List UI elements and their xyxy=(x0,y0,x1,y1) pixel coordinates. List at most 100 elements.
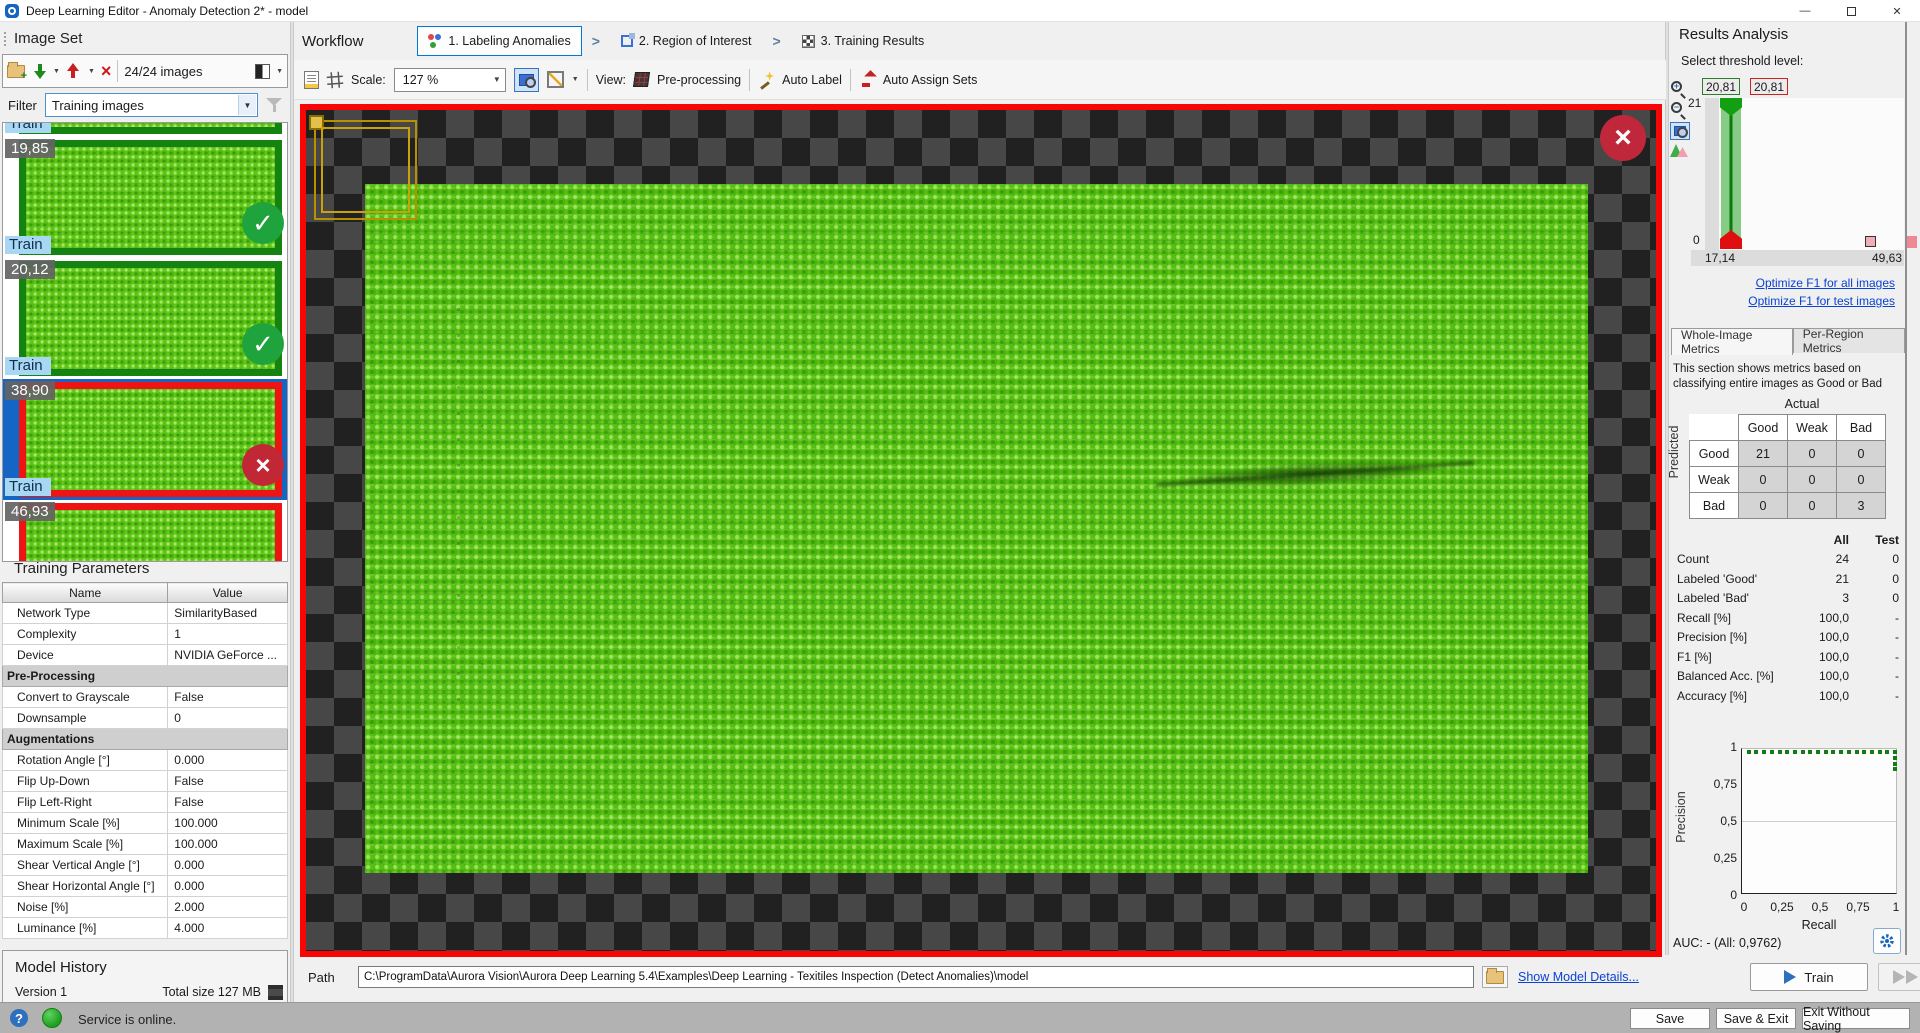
preprocessing-icon[interactable] xyxy=(633,72,650,87)
chevron-down-icon[interactable]: ▼ xyxy=(493,75,501,84)
metric-value-all: 100,0 xyxy=(1787,689,1849,703)
metric-value-all: 3 xyxy=(1787,591,1849,605)
chart-settings-button[interactable] xyxy=(1873,928,1901,954)
export-dropdown-icon[interactable]: ▼ xyxy=(88,68,95,75)
param-col-value: Value xyxy=(168,583,288,603)
show-model-details-link[interactable]: Show Model Details... xyxy=(1518,970,1639,984)
tab-per-region-metrics[interactable]: Per-Region Metrics xyxy=(1793,328,1905,353)
import-icon[interactable] xyxy=(31,63,47,79)
metrics-rows: Count240Labeled 'Good'210Labeled 'Bad'30… xyxy=(1677,550,1899,706)
model-history-options-icon[interactable] xyxy=(268,985,283,1000)
param-value[interactable]: False xyxy=(168,687,288,708)
crop-grid-icon[interactable] xyxy=(326,71,343,88)
report-icon[interactable] xyxy=(304,71,319,89)
param-value[interactable]: SimilarityBased xyxy=(168,603,288,624)
tab-labeling-anomalies[interactable]: 1. Labeling Anomalies xyxy=(417,26,581,56)
param-value[interactable]: False xyxy=(168,771,288,792)
display-mode-icon[interactable] xyxy=(255,64,270,79)
tab-training-results[interactable]: 3. Training Results xyxy=(791,26,936,56)
image-thumbnail[interactable]: 46,93 xyxy=(3,500,287,542)
auto-label-button[interactable]: Auto Label xyxy=(782,73,842,87)
param-value[interactable]: NVIDIA GeForce ... xyxy=(168,645,288,666)
train-button[interactable]: Train xyxy=(1750,963,1868,991)
auto-assign-sets-button[interactable]: Auto Assign Sets xyxy=(883,73,978,87)
set-label: Train xyxy=(5,236,51,254)
param-value[interactable]: 2.000 xyxy=(168,897,288,918)
image-canvas[interactable]: × xyxy=(300,104,1662,957)
image-thumbnail[interactable]: 38,90Train× xyxy=(3,379,287,500)
threshold-plot-area[interactable] xyxy=(1705,98,1904,250)
training-params-body: Network TypeSimilarityBasedComplexity1De… xyxy=(3,603,288,939)
chevron-down-icon[interactable]: ▼ xyxy=(238,95,256,115)
metric-label: Labeled 'Good' xyxy=(1677,572,1787,586)
pr-ytick: 0,5 xyxy=(1699,814,1737,828)
set-label: Train xyxy=(5,122,51,133)
optimize-f1-all-link[interactable]: Optimize F1 for all images xyxy=(1756,276,1895,290)
metric-value-test: - xyxy=(1849,689,1899,703)
image-set-toolbar: ▼ ▼ × 24/24 images ▼ xyxy=(2,54,288,88)
thumbnail-list[interactable]: Train19,85Train✓20,12Train✓38,90Train×46… xyxy=(2,122,288,562)
image-thumbnail[interactable]: 19,85Train✓ xyxy=(3,137,287,258)
pr-data-point xyxy=(1839,750,1843,754)
magic-wand-icon[interactable] xyxy=(758,72,774,88)
optimize-f1-test-link[interactable]: Optimize F1 for test images xyxy=(1748,294,1895,308)
param-row: Network TypeSimilarityBased xyxy=(3,603,288,624)
threshold-handle-top[interactable] xyxy=(1720,98,1742,116)
auto-assign-icon[interactable] xyxy=(859,72,875,88)
param-value[interactable]: 0.000 xyxy=(168,855,288,876)
image-thumbnail[interactable]: 20,12Train✓ xyxy=(3,258,287,379)
zoom-in-icon[interactable]: + xyxy=(1670,80,1688,98)
tab-whole-image-metrics[interactable]: Whole-Image Metrics xyxy=(1671,328,1793,355)
remove-image-button[interactable]: × xyxy=(1600,115,1646,161)
param-value[interactable]: 0.000 xyxy=(168,750,288,771)
close-button[interactable]: ✕ xyxy=(1874,0,1920,22)
param-value[interactable]: 1 xyxy=(168,624,288,645)
preprocessing-label[interactable]: Pre-processing xyxy=(657,73,741,87)
param-value[interactable]: 0.000 xyxy=(168,876,288,897)
param-value[interactable]: False xyxy=(168,792,288,813)
filter-select[interactable]: Training images ▼ xyxy=(45,93,258,117)
display-mode-dropdown-icon[interactable]: ▼ xyxy=(276,68,283,75)
delete-images-icon[interactable]: × xyxy=(101,64,112,78)
score-badge: 38,90 xyxy=(5,381,55,400)
param-value[interactable]: 0 xyxy=(168,708,288,729)
resume-button[interactable]: Resume xyxy=(1878,963,1920,991)
param-name: Minimum Scale [%] xyxy=(3,813,168,834)
path-bar: Path Show Model Details... Train Resume xyxy=(294,960,1920,1002)
path-input[interactable] xyxy=(358,966,1474,988)
save-and-exit-button[interactable]: Save & Exit xyxy=(1716,1008,1796,1029)
metrics-tabs: Whole-Image Metrics Per-Region Metrics xyxy=(1671,328,1905,355)
minimize-button[interactable]: — xyxy=(1782,0,1828,22)
confusion-cell: 3 xyxy=(1837,493,1886,519)
thumbnail-image xyxy=(19,382,282,497)
selection-rectangle[interactable] xyxy=(314,120,417,220)
tab-region-of-interest[interactable]: 2. Region of Interest xyxy=(610,26,763,56)
roi-dropdown-icon[interactable]: ▼ xyxy=(572,76,579,83)
add-images-icon[interactable] xyxy=(7,65,25,78)
window-title: Deep Learning Editor - Anomaly Detection… xyxy=(26,4,308,18)
fit-chart-button[interactable] xyxy=(1670,122,1690,140)
help-icon[interactable]: ? xyxy=(10,1009,28,1027)
filter-funnel-icon[interactable] xyxy=(266,98,282,112)
param-value[interactable]: 100.000 xyxy=(168,813,288,834)
threshold-slider-track[interactable] xyxy=(1721,102,1741,244)
threshold-handle-bottom[interactable] xyxy=(1720,230,1742,249)
bad-sample-marker-selected[interactable] xyxy=(1865,236,1876,247)
save-button[interactable]: Save xyxy=(1630,1008,1710,1029)
param-value[interactable]: 4.000 xyxy=(168,918,288,939)
scale-combobox[interactable]: 127 % ▼ xyxy=(394,68,506,92)
export-icon[interactable] xyxy=(66,63,82,79)
fabric-image[interactable] xyxy=(365,184,1588,873)
histogram-icon[interactable] xyxy=(1670,143,1688,157)
zoom-out-icon[interactable]: − xyxy=(1670,101,1688,119)
maximize-button[interactable] xyxy=(1828,0,1874,22)
exit-without-saving-button[interactable]: Exit Without Saving xyxy=(1802,1008,1910,1029)
selection-handle[interactable] xyxy=(309,115,324,130)
import-dropdown-icon[interactable]: ▼ xyxy=(53,68,60,75)
fit-image-icon xyxy=(519,74,534,86)
image-thumbnail[interactable]: Train xyxy=(3,123,287,137)
roi-disabled-icon[interactable] xyxy=(547,71,564,88)
fit-to-window-button[interactable] xyxy=(514,68,539,92)
param-value[interactable]: 100.000 xyxy=(168,834,288,855)
browse-folder-button[interactable] xyxy=(1482,966,1508,988)
